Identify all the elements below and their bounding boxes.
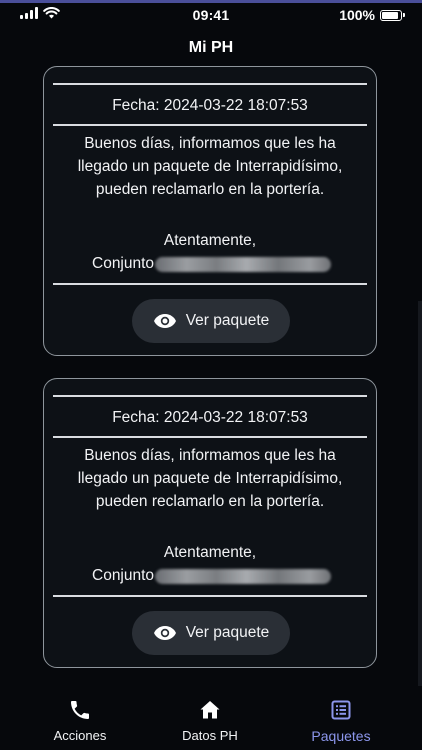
signature-prefix: Conjunto: [92, 567, 155, 584]
notification-list[interactable]: Fecha: 2024-03-22 18:07:53 Buenos días, …: [0, 66, 422, 686]
notification-card: Fecha: 2024-03-22 18:07:53 Buenos días, …: [43, 66, 377, 356]
view-package-label: Ver paquete: [185, 312, 270, 329]
notification-regards: Atentamente,: [163, 232, 257, 249]
nav-item-acciones[interactable]: Acciones: [0, 690, 160, 750]
divider: [53, 83, 367, 85]
notification-date: Fecha: 2024-03-22 18:07:53: [112, 97, 308, 114]
nav-label: Acciones: [53, 728, 107, 743]
bottom-navigation: Acciones Datos PH Paquetes: [0, 690, 422, 750]
eye-icon: [153, 626, 176, 640]
scrollbar[interactable]: [418, 301, 422, 686]
app-screen: 09:41 100% Mi PH Fecha: 2024-03-22 18:07…: [0, 0, 422, 750]
eye-icon: [153, 314, 176, 328]
battery-fill: [382, 11, 398, 19]
notification-message: Buenos días, informamos que les ha llega…: [77, 447, 343, 510]
divider: [53, 595, 367, 597]
divider: [53, 436, 367, 438]
divider: [53, 395, 367, 397]
notification-signature: Conjunto: [92, 255, 332, 273]
status-bar: 09:41 100%: [0, 3, 422, 27]
view-package-button[interactable]: Ver paquete: [132, 299, 290, 343]
notification-card: Fecha: 2024-03-22 18:07:53 Buenos días, …: [43, 378, 377, 668]
nav-item-datos-ph[interactable]: Datos PH: [160, 690, 260, 750]
notification-regards: Atentamente,: [163, 544, 257, 561]
battery-icon: [380, 9, 405, 21]
notification-message: Buenos días, informamos que les ha llega…: [77, 135, 343, 198]
list-icon: [331, 700, 351, 720]
page-title: Mi PH: [188, 39, 234, 56]
redacted-name: [155, 568, 332, 584]
battery-percent: 100%: [339, 7, 375, 23]
view-package-button[interactable]: Ver paquete: [132, 611, 290, 655]
nav-label: Paquetes: [311, 728, 371, 744]
battery-status: 100%: [339, 7, 405, 23]
redacted-name: [155, 256, 332, 272]
signature-prefix: Conjunto: [92, 255, 155, 272]
notification-signature: Conjunto: [92, 567, 332, 585]
home-icon: [200, 701, 220, 719]
nav-item-paquetes[interactable]: Paquetes: [260, 690, 422, 750]
divider: [53, 283, 367, 285]
phone-icon: [71, 701, 89, 719]
divider: [53, 124, 367, 126]
view-package-label: Ver paquete: [185, 624, 270, 641]
nav-label: Datos PH: [182, 728, 238, 743]
notification-date: Fecha: 2024-03-22 18:07:53: [112, 409, 308, 426]
